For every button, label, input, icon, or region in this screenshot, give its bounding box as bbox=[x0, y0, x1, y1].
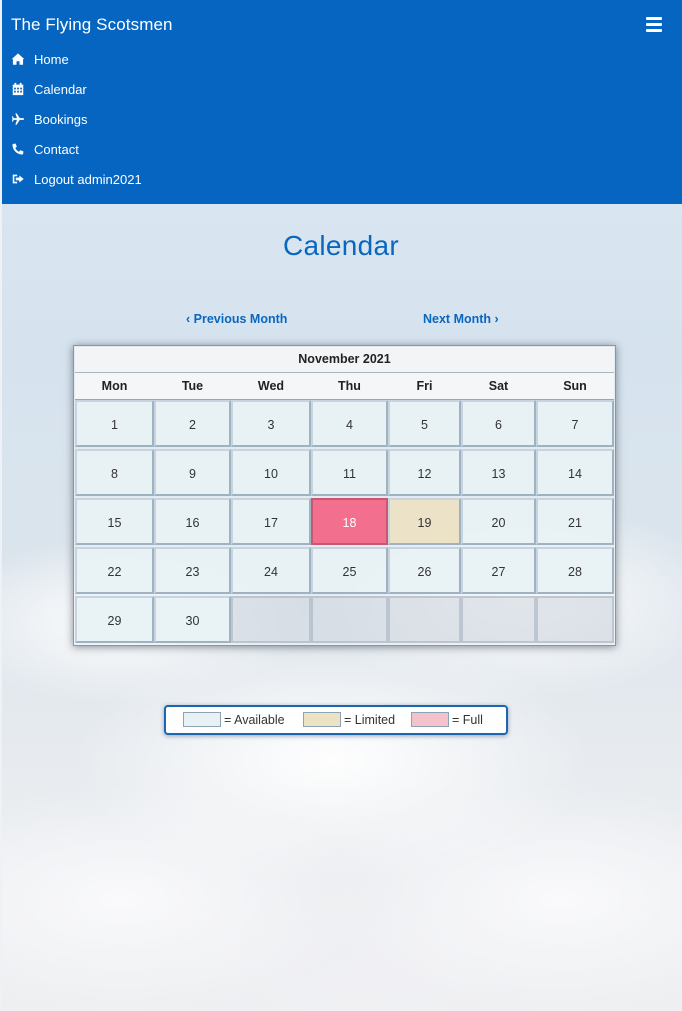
day-cell[interactable]: 3 bbox=[231, 400, 311, 447]
sign-out-icon bbox=[11, 172, 25, 186]
day-cell[interactable]: 23 bbox=[154, 547, 231, 594]
navbar: The Flying Scotsmen Home Calendar Bookin… bbox=[2, 0, 682, 204]
day-cell[interactable]: 2 bbox=[154, 400, 231, 447]
hamburger-menu-icon[interactable] bbox=[646, 17, 662, 32]
calendar-table: November 2021 Mon Tue Wed Thu Fri Sat Sun 1 2 3 4 5… bbox=[73, 345, 616, 646]
calendar-legend: = Available = Limited = Full bbox=[164, 705, 508, 735]
previous-month-link[interactable]: ‹ Previous Month bbox=[186, 312, 287, 326]
nav-item-home[interactable]: Home bbox=[11, 44, 142, 74]
day-cell[interactable]: 9 bbox=[154, 449, 231, 496]
legend-limited-label: = Limited bbox=[344, 713, 396, 727]
weekday-header: Tue bbox=[154, 373, 231, 400]
empty-day-cell bbox=[536, 596, 614, 643]
day-cell[interactable]: 17 bbox=[231, 498, 311, 545]
weekday-header: Thu bbox=[311, 373, 388, 400]
empty-day-cell bbox=[461, 596, 536, 643]
day-cell[interactable]: 6 bbox=[461, 400, 536, 447]
day-cell[interactable]: 25 bbox=[311, 547, 388, 594]
nav-item-label: Home bbox=[34, 51, 69, 67]
legend-full-swatch bbox=[411, 712, 449, 727]
day-cell[interactable]: 20 bbox=[461, 498, 536, 545]
day-cell[interactable]: 14 bbox=[536, 449, 614, 496]
day-cell[interactable]: 21 bbox=[536, 498, 614, 545]
empty-day-cell bbox=[231, 596, 311, 643]
next-month-link[interactable]: Next Month › bbox=[423, 312, 499, 326]
day-cell[interactable]: 11 bbox=[311, 449, 388, 496]
day-cell[interactable]: 16 bbox=[154, 498, 231, 545]
nav-item-bookings[interactable]: Bookings bbox=[11, 104, 142, 134]
weekday-header: Sat bbox=[461, 373, 536, 400]
day-cell[interactable]: 4 bbox=[311, 400, 388, 447]
nav-item-calendar[interactable]: Calendar bbox=[11, 74, 142, 104]
page-title: Calendar bbox=[282, 230, 400, 261]
weekday-header: Fri bbox=[388, 373, 461, 400]
legend-available-swatch bbox=[183, 712, 221, 727]
day-cell[interactable]: 1 bbox=[75, 400, 154, 447]
empty-day-cell bbox=[311, 596, 388, 643]
calendar-month-title: November 2021 bbox=[75, 347, 614, 373]
legend-available-label: = Available bbox=[224, 713, 285, 727]
phone-icon bbox=[11, 142, 25, 156]
day-cell[interactable]: 13 bbox=[461, 449, 536, 496]
day-cell[interactable]: 18 bbox=[311, 498, 388, 545]
home-icon bbox=[11, 52, 25, 66]
day-cell[interactable]: 19 bbox=[388, 498, 461, 545]
day-cell[interactable]: 12 bbox=[388, 449, 461, 496]
nav-item-logout[interactable]: Logout admin2021 bbox=[11, 164, 142, 194]
day-cell[interactable]: 10 bbox=[231, 449, 311, 496]
day-cell[interactable]: 27 bbox=[461, 547, 536, 594]
day-cell[interactable]: 29 bbox=[75, 596, 154, 643]
previous-month-label: Previous Month bbox=[193, 312, 288, 326]
day-cell[interactable]: 7 bbox=[536, 400, 614, 447]
nav-menu: Home Calendar Bookings Contact Logout ad… bbox=[11, 44, 142, 194]
calendar-icon bbox=[11, 82, 25, 96]
day-cell[interactable]: 24 bbox=[231, 547, 311, 594]
day-cell[interactable]: 15 bbox=[75, 498, 154, 545]
day-cell[interactable]: 30 bbox=[154, 596, 231, 643]
day-cell[interactable]: 26 bbox=[388, 547, 461, 594]
weekday-header: Sun bbox=[536, 373, 614, 400]
chevron-right-icon: › bbox=[494, 312, 499, 326]
nav-item-label: Logout admin2021 bbox=[34, 171, 142, 187]
day-cell[interactable]: 5 bbox=[388, 400, 461, 447]
empty-day-cell bbox=[388, 596, 461, 643]
nav-item-label: Calendar bbox=[34, 81, 87, 97]
legend-full-label: = Full bbox=[452, 713, 483, 727]
legend-limited-swatch bbox=[303, 712, 341, 727]
weekday-header: Wed bbox=[231, 373, 311, 400]
plane-icon bbox=[11, 112, 25, 126]
nav-item-label: Contact bbox=[34, 141, 79, 157]
day-cell[interactable]: 22 bbox=[75, 547, 154, 594]
weekday-header: Mon bbox=[75, 373, 154, 400]
day-cell[interactable]: 8 bbox=[75, 449, 154, 496]
next-month-label: Next Month bbox=[423, 312, 492, 326]
nav-item-contact[interactable]: Contact bbox=[11, 134, 142, 164]
day-cell[interactable]: 28 bbox=[536, 547, 614, 594]
nav-item-label: Bookings bbox=[34, 111, 88, 127]
chevron-left-icon: ‹ bbox=[186, 312, 191, 326]
brand-title[interactable]: The Flying Scotsmen bbox=[11, 15, 173, 35]
